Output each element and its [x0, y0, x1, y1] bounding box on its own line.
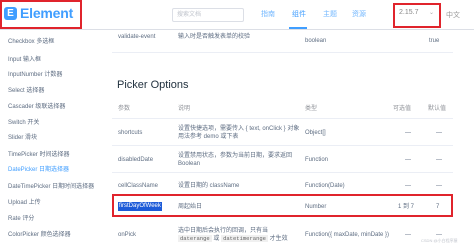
sidebar-item-timepicker[interactable]: TimePicker 时间选择器: [8, 149, 69, 158]
table-cell-desc: 设置禁用状态，参数为当前日期，要求返回 Boolean: [178, 153, 293, 167]
table-cell-options: —: [405, 183, 411, 189]
watermark: CSDN @小白程序猿: [421, 238, 458, 243]
column-header-desc: 说明: [178, 106, 191, 112]
desc-text: 选中日期后会执行的回调，只有当: [178, 228, 269, 234]
desc-or: 或: [213, 236, 220, 242]
sidebar-item-colorpicker[interactable]: ColorPicker 颜色选择器: [8, 229, 71, 238]
sidebar-item-rate[interactable]: Rate 评分: [8, 213, 34, 222]
table-cell-type: Function(Date): [305, 183, 345, 189]
sidebar-item-datepicker[interactable]: DatePicker 日期选择器: [8, 164, 69, 173]
table-cell-options: —: [405, 157, 411, 163]
column-header-type: 类型: [305, 106, 318, 112]
table-cell-default: —: [436, 157, 442, 163]
table-cell-param: cellClassName: [118, 183, 159, 189]
table-cell-options: —: [405, 130, 411, 136]
table-cell-desc: 设置日期的 className: [178, 183, 240, 189]
table-cell-desc: 输入时是否触发表单的校验: [178, 34, 251, 40]
sidebar-item-slider[interactable]: Slider 滑块: [8, 132, 37, 141]
code-datetimerange: datetimerange: [221, 235, 268, 242]
sidebar-item-inputnumber[interactable]: InputNumber 计数器: [8, 69, 62, 78]
table-cell-param: validate-event: [118, 34, 156, 40]
table-cell-type: Object[]: [305, 130, 326, 136]
row-highlight-box: [112, 194, 453, 217]
version-highlight-box: [393, 3, 441, 28]
nav-theme[interactable]: 主题: [323, 9, 337, 19]
table-cell-param: onPick: [118, 232, 137, 238]
sidebar-item-upload[interactable]: Upload 上传: [8, 197, 41, 206]
top-header: E Element 搜索文档 指南 组件 主题 资源 2.15.7 ⌄ 中文: [0, 0, 474, 30]
table-cell-param: disabledDate: [118, 157, 154, 163]
sidebar-item-input[interactable]: Input 输入框: [8, 54, 41, 63]
table-cell-desc: 选中日期后会执行的回调，只有当 daterange 或 datetimerang…: [178, 227, 302, 243]
row-divider: [112, 52, 453, 53]
search-input[interactable]: 搜索文档: [172, 8, 244, 22]
desc-tail: 才生效: [269, 236, 288, 242]
language-switch[interactable]: 中文: [446, 10, 460, 20]
row-divider: [112, 145, 453, 146]
table-cell-default: —: [436, 130, 442, 136]
sidebar-item-checkbox[interactable]: Checkbox 多选框: [8, 36, 54, 45]
table-cell-desc: 设置快捷选项，需要传入 { text, onClick } 对象用法参考 dem…: [178, 126, 300, 140]
sidebar-item-datetimepicker[interactable]: DateTimePicker 日期时间选择器: [8, 181, 94, 190]
section-title: Picker Options: [117, 79, 189, 91]
table-cell-options: —: [405, 232, 411, 238]
nav-resource[interactable]: 资源: [352, 9, 366, 19]
sidebar-item-switch[interactable]: Switch 开关: [8, 117, 39, 126]
row-divider: [112, 118, 453, 119]
nav-guide[interactable]: 指南: [261, 9, 275, 19]
nav-component[interactable]: 组件: [292, 9, 306, 19]
table-cell-type: Function: [305, 157, 329, 163]
sidebar-item-select[interactable]: Select 选择器: [8, 85, 44, 94]
table-cell-type: boolean: [305, 38, 327, 44]
table-cell-default: true: [429, 38, 440, 44]
code-daterange: daterange: [178, 235, 212, 242]
column-header-options: 可选值: [393, 106, 412, 112]
table-cell-type: Function({ maxDate, minDate }): [305, 232, 390, 238]
column-header-param: 参数: [118, 106, 131, 112]
logo-highlight-box: [0, 0, 82, 29]
nav-active-underline: [289, 27, 307, 29]
table-cell-param: shortcuts: [118, 130, 143, 136]
row-divider: [112, 172, 453, 173]
table-cell-default: —: [436, 183, 442, 189]
column-header-default: 默认值: [428, 106, 447, 112]
sidebar-item-cascader[interactable]: Cascader 级联选择器: [8, 101, 65, 110]
